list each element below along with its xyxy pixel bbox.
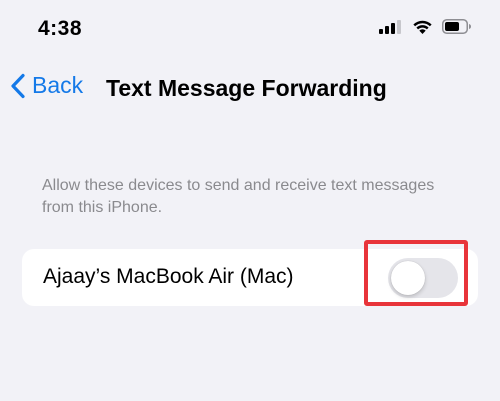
- back-button[interactable]: Back: [10, 72, 83, 99]
- highlight-annotation-box: [364, 240, 468, 306]
- battery-icon: [442, 19, 472, 34]
- device-label: Ajaay’s MacBook Air (Mac): [43, 265, 294, 288]
- navigation-bar: Back Text Message Forwarding: [0, 66, 500, 110]
- status-time: 4:38: [38, 17, 83, 40]
- wifi-icon: [412, 19, 433, 34]
- back-label: Back: [32, 72, 84, 98]
- page-title: Text Message Forwarding: [106, 75, 387, 101]
- chevron-left-icon: [10, 73, 26, 99]
- section-description: Allow these devices to send and receive …: [42, 177, 435, 216]
- status-bar: 4:38: [0, 0, 500, 60]
- status-icons: [379, 19, 472, 34]
- cellular-signal-icon: [379, 19, 403, 34]
